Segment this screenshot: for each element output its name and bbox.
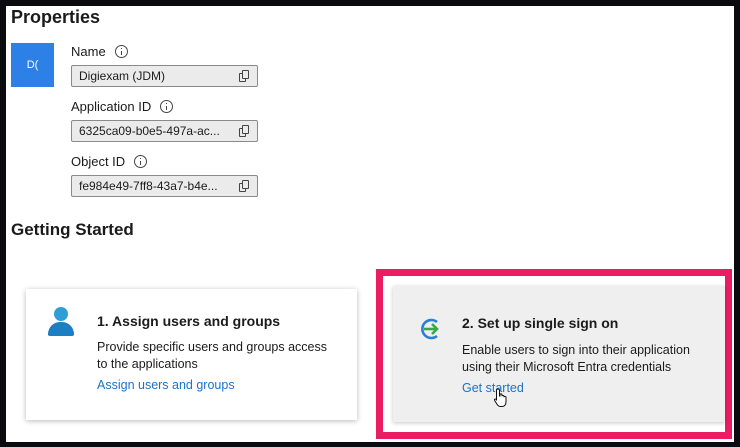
- application-id-label-row: Application ID: [71, 99, 174, 114]
- object-id-label: Object ID: [71, 154, 126, 169]
- getting-started-heading: Getting Started: [11, 220, 134, 239]
- application-id-value: 6325ca09-b0e5-497a-ac...: [79, 124, 220, 138]
- card-description-line-2: to the applications: [97, 357, 198, 371]
- card-description-line-1: Enable users to sign into their applicat…: [462, 343, 690, 357]
- object-id-value: fe984e49-7ff8-43a7-b4e...: [79, 179, 218, 193]
- object-id-field: fe984e49-7ff8-43a7-b4e...: [71, 175, 258, 197]
- copy-icon[interactable]: [239, 70, 250, 82]
- card-description-line-1: Provide specific users and groups access: [97, 340, 327, 354]
- card-title: 2. Set up single sign on: [462, 315, 619, 331]
- user-icon: [46, 307, 76, 341]
- info-icon[interactable]: [160, 100, 174, 113]
- name-label: Name: [71, 44, 106, 59]
- avatar-text: D(: [26, 59, 39, 71]
- card-title: 1. Assign users and groups: [97, 313, 281, 329]
- card-description-line-2: using their Microsoft Entra credentials: [462, 360, 672, 374]
- name-label-row: Name: [71, 44, 128, 59]
- app-avatar: D(: [11, 43, 54, 87]
- object-id-label-row: Object ID: [71, 154, 148, 169]
- single-sign-on-card[interactable]: 2. Set up single sign on Enable users to…: [393, 286, 725, 422]
- info-icon[interactable]: [134, 155, 148, 168]
- application-id-field: 6325ca09-b0e5-497a-ac...: [71, 120, 258, 142]
- assign-users-card[interactable]: 1. Assign users and groups Provide speci…: [26, 289, 357, 420]
- info-icon[interactable]: [114, 45, 128, 58]
- name-field: Digiexam (JDM): [71, 65, 258, 87]
- app-frame: Properties D( Name Digiexam (JDM) Applic…: [6, 6, 734, 442]
- assign-users-link[interactable]: Assign users and groups: [97, 378, 235, 392]
- copy-icon[interactable]: [239, 125, 250, 137]
- highlight-box: 2. Set up single sign on Enable users to…: [376, 269, 732, 439]
- sign-in-arrow-icon: [418, 316, 444, 342]
- copy-icon[interactable]: [239, 180, 250, 192]
- hand-cursor-icon: [493, 388, 509, 408]
- properties-heading: Properties: [11, 7, 101, 27]
- name-value: Digiexam (JDM): [79, 69, 166, 83]
- application-id-label: Application ID: [71, 99, 152, 114]
